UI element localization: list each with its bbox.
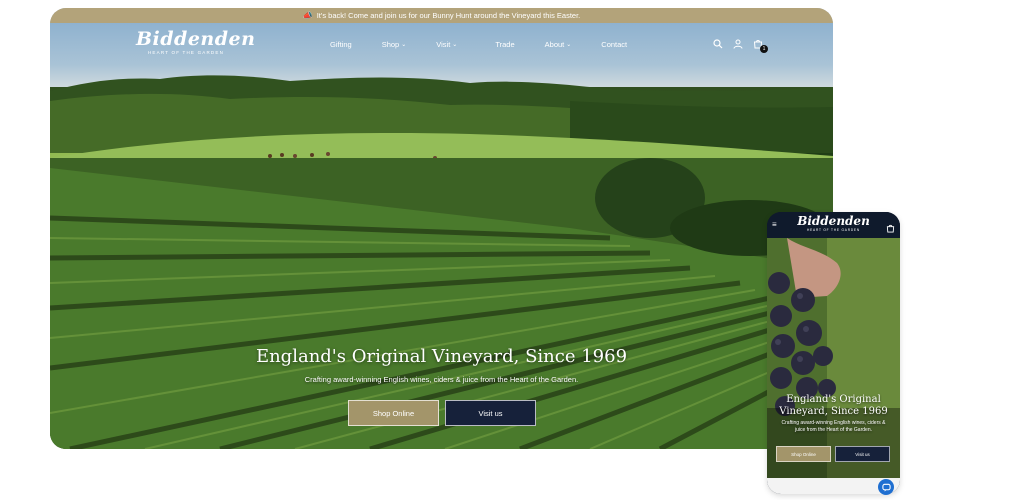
shop-online-button[interactable]: Shop Online: [348, 400, 439, 426]
nav-label: Gifting: [330, 40, 352, 49]
hero-title: England's Original Vineyard, Since 1969: [255, 346, 628, 367]
nav-label: Shop: [381, 40, 400, 49]
announcement-bar[interactable]: 📣 It's back! Come and join us for our Bu…: [50, 8, 833, 23]
mobile-brand-tagline: HEART OF THE GARDEN: [807, 228, 860, 232]
desktop-mockup: 📣 It's back! Come and join us for our Bu…: [50, 8, 833, 449]
mobile-cart-icon[interactable]: [886, 220, 895, 233]
chevron-down-icon: ⌄: [452, 42, 458, 48]
nav-trade[interactable]: Trade: [495, 40, 514, 49]
hero-vineyard: [50, 158, 833, 449]
nav-contact[interactable]: Contact: [601, 40, 627, 49]
brand-name: Biddenden: [136, 28, 256, 50]
hero-subtitle: Crafting award-winning English wines, ci…: [304, 375, 579, 384]
mobile-brand-name: Biddenden: [797, 214, 870, 228]
nav-label: Contact: [601, 40, 628, 49]
visit-us-button[interactable]: Visit us: [445, 400, 536, 426]
nav-shop[interactable]: Shop ⌄: [382, 40, 407, 49]
main-nav: Gifting Shop ⌄ Visit ⌄ Trade About ⌄ Con…: [330, 40, 627, 49]
mobile-hero-subtitle: Crafting award-winning English wines, ci…: [781, 420, 886, 433]
header-icons: 1: [712, 38, 768, 53]
mobile-mockup: ≡ Biddenden HEART OF THE GARDEN England'…: [767, 212, 900, 494]
nav-visit[interactable]: Visit ⌄: [436, 40, 457, 49]
mobile-hero-title-line1: England's Original: [786, 394, 881, 405]
search-icon[interactable]: [712, 38, 723, 49]
nav-gifting[interactable]: Gifting: [330, 40, 352, 49]
mobile-visit-us-button[interactable]: Visit us: [835, 446, 890, 462]
megaphone-icon: 📣: [302, 11, 313, 20]
chevron-down-icon: ⌄: [566, 42, 572, 48]
mobile-header: ≡ Biddenden HEART OF THE GARDEN: [767, 212, 900, 238]
account-icon[interactable]: [732, 38, 743, 49]
announcement-text: It's back! Come and join us for our Bunn…: [316, 11, 581, 20]
site-header: Biddenden HEART OF THE GARDEN Gifting Sh…: [50, 23, 833, 67]
nav-label: Trade: [495, 40, 515, 49]
nav-label: About: [544, 40, 565, 49]
mobile-brand-logo[interactable]: Biddenden HEART OF THE GARDEN: [767, 214, 900, 233]
cart-count-badge: 1: [760, 45, 768, 53]
nav-about[interactable]: About ⌄: [545, 40, 572, 49]
chevron-down-icon: ⌄: [401, 42, 407, 48]
chat-icon[interactable]: [878, 479, 894, 495]
brand-logo[interactable]: Biddenden HEART OF THE GARDEN: [136, 28, 256, 55]
mobile-shop-online-button[interactable]: Shop Online: [776, 446, 831, 462]
mobile-hero-title-line2: Vineyard, Since 1969: [779, 406, 888, 417]
brand-tagline: HEART OF THE GARDEN: [147, 50, 225, 55]
mobile-hero-title: England's Original Vineyard, Since 1969: [767, 394, 900, 418]
cart-icon[interactable]: 1: [752, 38, 768, 53]
mobile-hero-photo: [767, 238, 900, 478]
nav-label: Visit: [436, 40, 451, 49]
